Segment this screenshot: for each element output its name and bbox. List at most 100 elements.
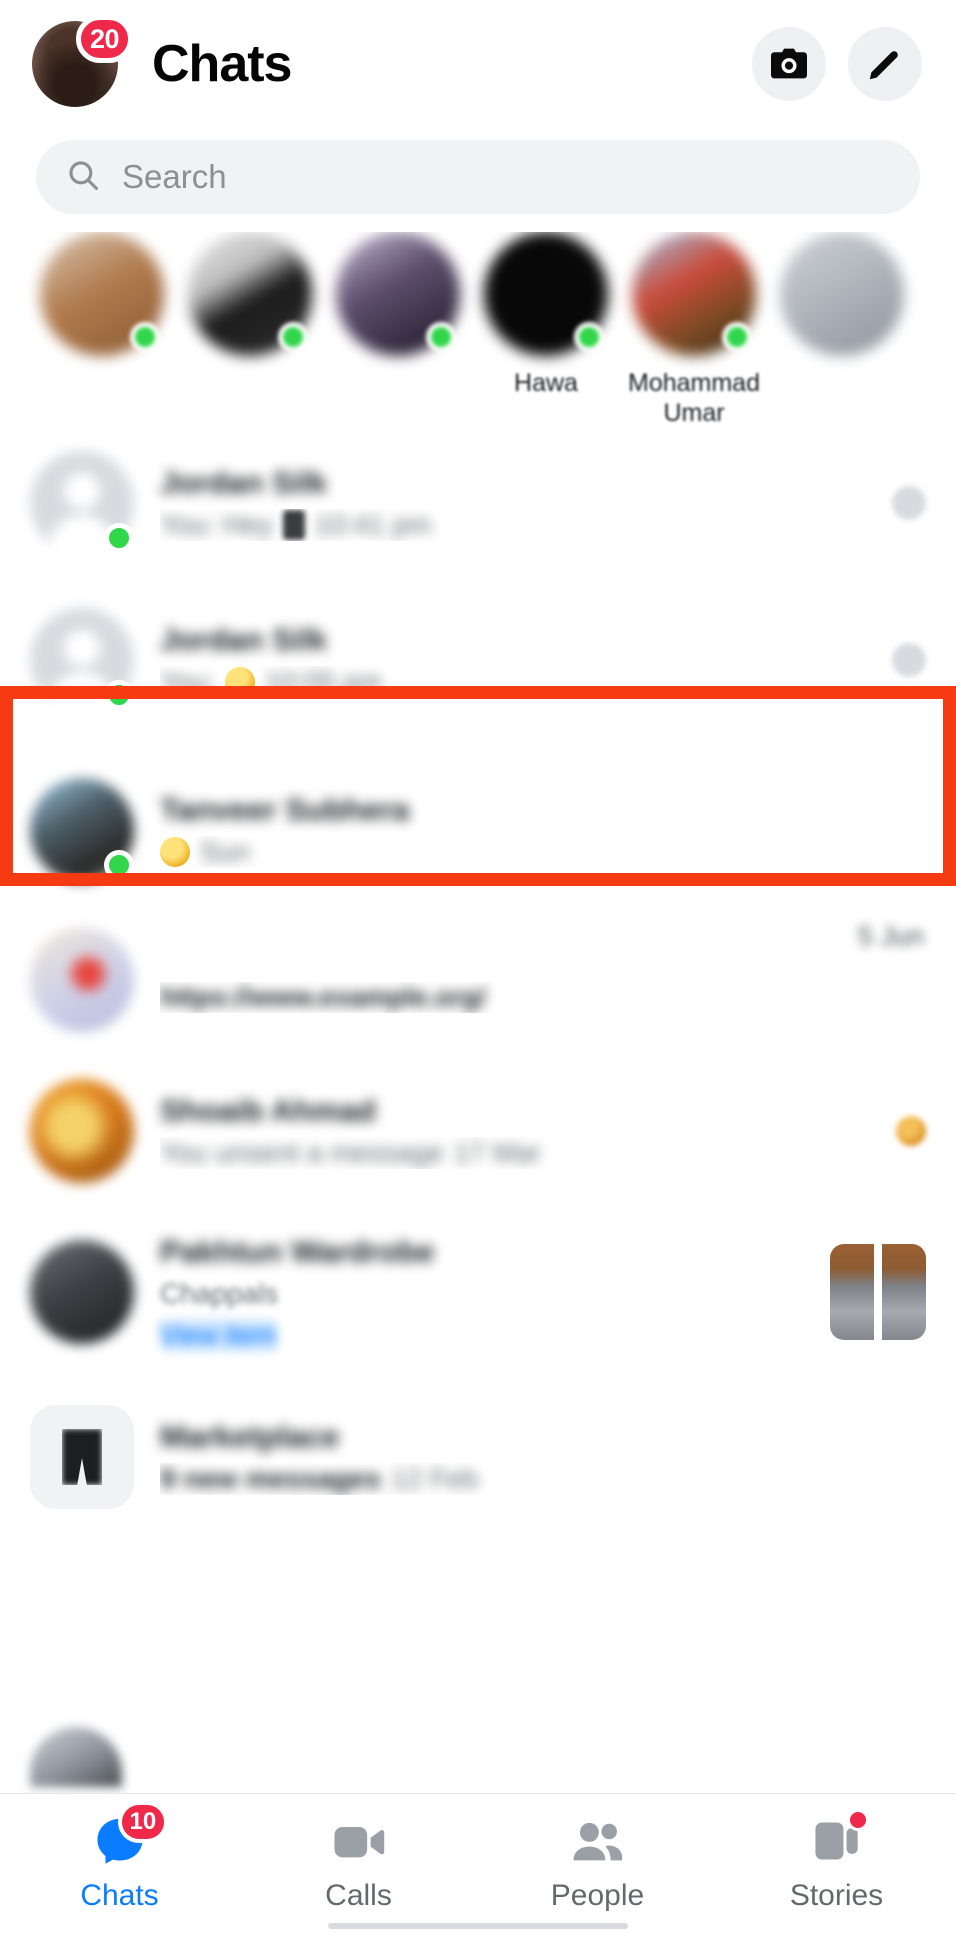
chat-preview-text: Sun [200,836,250,867]
online-status-dot [722,322,752,352]
story-item[interactable]: ​ [768,232,916,432]
story-item[interactable]: Mohammad Umar [620,232,768,432]
chat-timestamp: 10:05 pm [265,666,382,697]
chat-preview-line: You: Hey 10:41 pm [160,509,874,541]
storefront-glyph [62,1429,102,1485]
chat-text-block: Marketplace 9 new messages 12 Feb [160,1419,926,1495]
chat-name: Jordan Silk [160,622,328,657]
partially-visible-avatar [30,1727,122,1787]
chat-name: Marketplace [160,1419,340,1454]
story-avatar [780,232,904,356]
chat-list-item[interactable]: Marketplace 9 new messages 12 Feb [0,1377,956,1537]
read-receipt-icon [892,643,926,677]
nav-label-chats: Chats [80,1878,159,1912]
emoji-icon [225,667,256,697]
chat-list-item-highlighted[interactable]: Jordan Silk You: 10:05 pm [0,565,956,755]
story-avatar-wrap [632,232,756,356]
stories-row[interactable]: ​ ​ ​ Hawa [0,232,956,432]
page-title: Chats [152,35,292,93]
nav-label-people: People [550,1878,645,1912]
chat-preview-line: Chappals [160,1278,812,1310]
nav-label-calls: Calls [325,1878,392,1912]
online-status-dot [130,322,160,352]
chat-timestamp: 12 Feb [391,1463,479,1494]
profile-notification-badge: 20 [76,15,134,63]
reaction-icon [896,1116,926,1146]
chat-list-item[interactable]: Tanveer Subhera Sun [0,755,956,905]
nav-tab-people[interactable]: People [478,1794,717,1933]
chat-preview-line: https://www.example.org/ [160,982,926,1013]
chat-row-trailing[interactable] [892,485,926,520]
home-indicator [328,1923,628,1929]
chat-preview-line: You: 10:05 pm [160,666,874,698]
search-input[interactable]: Search [36,140,920,214]
read-receipt-icon [892,485,926,520]
nav-tab-chats[interactable]: 10 Chats [0,1794,239,1933]
story-avatar-wrap [484,232,608,356]
chat-avatar-wrap [30,450,134,555]
chat-row-trailing [896,1116,926,1146]
compose-button[interactable] [848,27,922,101]
story-item[interactable]: Hawa [472,232,620,432]
chat-text-block: 5 Jun https://www.example.org/ [160,921,926,1013]
story-name: ​ [28,368,176,398]
chat-avatar-wrap [30,778,134,882]
chat-preview-line: You unsent a message 17 Mar [160,1137,878,1169]
chat-list-item[interactable]: 5 Jun https://www.example.org/ [0,905,956,1055]
story-item[interactable]: ​ [324,232,472,432]
chat-list-item[interactable]: Shoaib Ahmad You unsent a message 17 Mar [0,1055,956,1207]
nav-label-stories: Stories [789,1878,884,1912]
chat-row-trailing[interactable] [830,1244,926,1340]
story-item[interactable]: ​ [176,232,324,432]
app-header: 20 Chats [0,0,956,128]
chat-avatar-wrap [30,1079,134,1183]
contact-photo-avatar [30,1079,134,1183]
chat-text-block: Jordan Silk You: Hey 10:41 pm [160,465,874,541]
product-thumbnail [830,1244,926,1340]
view-item-link[interactable]: View item [160,1319,277,1351]
chat-name: Pakhtun Wardrobe [160,1233,435,1269]
online-status-dot [574,322,604,352]
online-status-dot [426,322,456,352]
chat-avatar-wrap [30,1240,134,1344]
camera-button[interactable] [752,27,826,101]
chat-text-block: Tanveer Subhera Sun [160,792,926,868]
chat-preview-text: Chappals [160,1277,279,1309]
chat-row-trailing[interactable] [892,643,926,677]
chats-unread-badge: 10 [117,1800,169,1843]
chat-list-item[interactable]: Pakhtun Wardrobe Chappals View item [0,1207,956,1377]
people-icon [570,1815,626,1867]
nav-tab-calls[interactable]: Calls [239,1794,478,1933]
chat-avatar-wrap [30,1405,134,1509]
story-name: ​ [176,368,324,398]
chat-avatar-wrap [30,928,134,1032]
chat-preview-text: You: Hey [160,508,273,540]
nav-tab-stories[interactable]: Stories [717,1794,956,1933]
story-avatar-wrap [780,232,904,356]
chat-avatar-wrap [30,608,134,712]
attachment-chip-icon [282,509,305,540]
group-photo-avatar [30,928,134,1032]
story-item[interactable]: ​ [28,232,176,432]
chat-timestamp: 17 Mar [453,1137,541,1168]
chat-preview-line: 9 new messages 12 Feb [160,1463,926,1495]
profile-avatar-button[interactable]: 20 [32,15,134,107]
chat-preview-text: You: [160,666,216,697]
chat-preview-text: https://www.example.org/ [160,981,487,1012]
bottom-navigation-bar: 10 Chats Calls People Stories [0,1793,956,1933]
camera-icon [769,46,809,82]
chat-list-item[interactable]: Jordan Silk You: Hey 10:41 pm [0,440,956,565]
chat-name: Jordan Silk [160,464,328,500]
pencil-compose-icon [866,45,904,83]
chat-text-block: Pakhtun Wardrobe Chappals View item [160,1234,812,1351]
story-name: ​ [768,368,916,398]
chat-preview-text: 9 new messages [160,1463,382,1494]
video-camera-icon [331,1815,387,1867]
story-avatar-wrap [188,232,312,356]
story-avatar-wrap [40,232,164,356]
chat-name: Shoaib Ahmad [160,1093,376,1128]
search-placeholder: Search [122,158,227,195]
chat-timestamp: 10:41 pm [314,508,432,540]
story-avatar-wrap [336,232,460,356]
chat-preview-line: Sun [160,836,926,868]
